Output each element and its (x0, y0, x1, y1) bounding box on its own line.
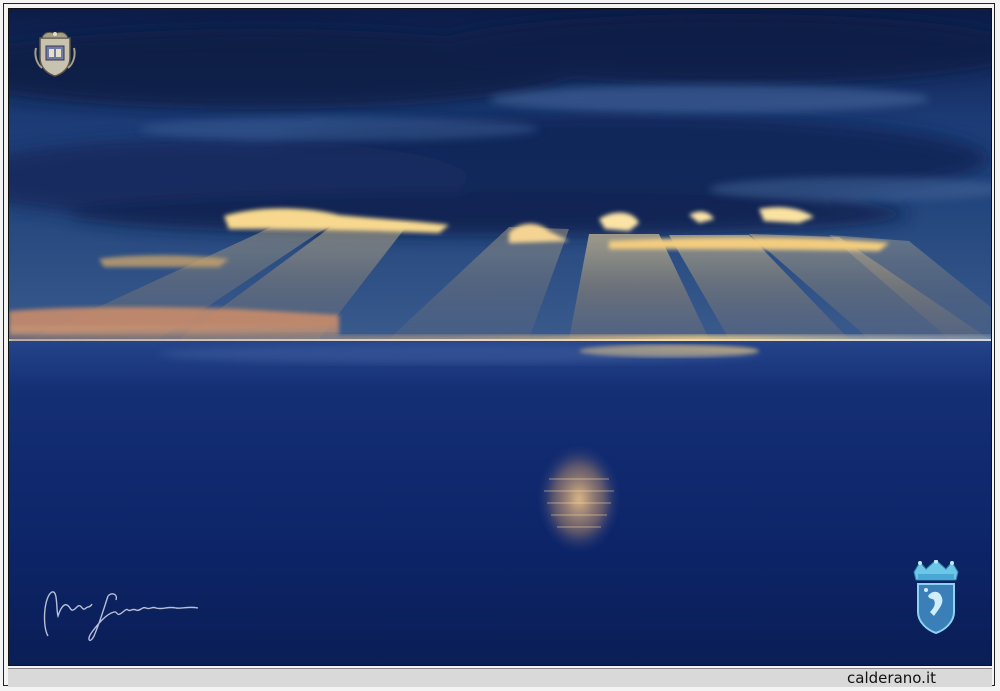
sunset-photo (8, 8, 992, 666)
footer-bar: calderano.it (8, 668, 992, 687)
photo-frame: calderano.it (0, 0, 1000, 691)
site-link[interactable]: calderano.it (847, 669, 936, 687)
seascape-illustration (9, 9, 991, 665)
coat-of-arms-icon (34, 31, 76, 77)
crowned-shield-icon (913, 560, 959, 635)
signature-icon (43, 591, 199, 642)
